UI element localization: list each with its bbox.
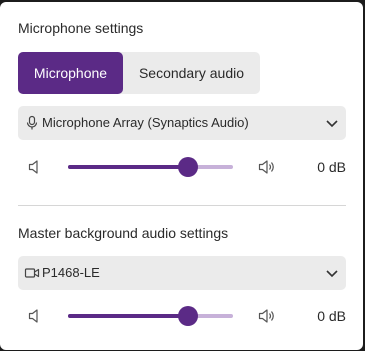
microphone-volume-thumb[interactable] — [178, 157, 199, 177]
microphone-icon — [26, 115, 38, 130]
microphone-settings-title: Microphone settings — [18, 20, 144, 36]
audio-source-tabs: Microphone Secondary audio — [18, 52, 260, 94]
audio-settings-panel: Microphone settings Microphone Secondary… — [0, 2, 363, 350]
background-audio-settings-title: Master background audio settings — [18, 225, 229, 241]
tab-microphone[interactable]: Microphone — [18, 52, 123, 94]
microphone-volume-value: 0 dB — [317, 159, 346, 175]
background-volume-thumb[interactable] — [178, 306, 199, 326]
background-volume-value: 0 dB — [317, 308, 346, 324]
tab-secondary-audio[interactable]: Secondary audio — [123, 52, 260, 94]
section-divider — [18, 205, 346, 206]
microphone-volume-fill — [68, 165, 189, 169]
volume-high-icon — [258, 160, 274, 174]
background-volume-row: 0 dB — [18, 301, 346, 331]
chevron-down-icon — [326, 270, 338, 278]
video-camera-icon — [24, 268, 40, 278]
microphone-device-select[interactable]: Microphone Array (Synaptics Audio) — [18, 106, 346, 140]
background-volume-fill — [68, 314, 189, 318]
volume-high-icon — [258, 309, 274, 323]
microphone-volume-row: 0 dB — [18, 152, 346, 182]
background-device-label: P1468-LE — [42, 265, 100, 280]
volume-low-icon — [28, 160, 38, 174]
microphone-device-label: Microphone Array (Synaptics Audio) — [42, 115, 249, 130]
microphone-volume-slider[interactable] — [68, 157, 233, 177]
background-volume-slider[interactable] — [68, 306, 233, 326]
volume-low-icon — [28, 309, 38, 323]
background-device-select[interactable]: P1468-LE — [18, 256, 346, 290]
chevron-down-icon — [326, 120, 338, 128]
